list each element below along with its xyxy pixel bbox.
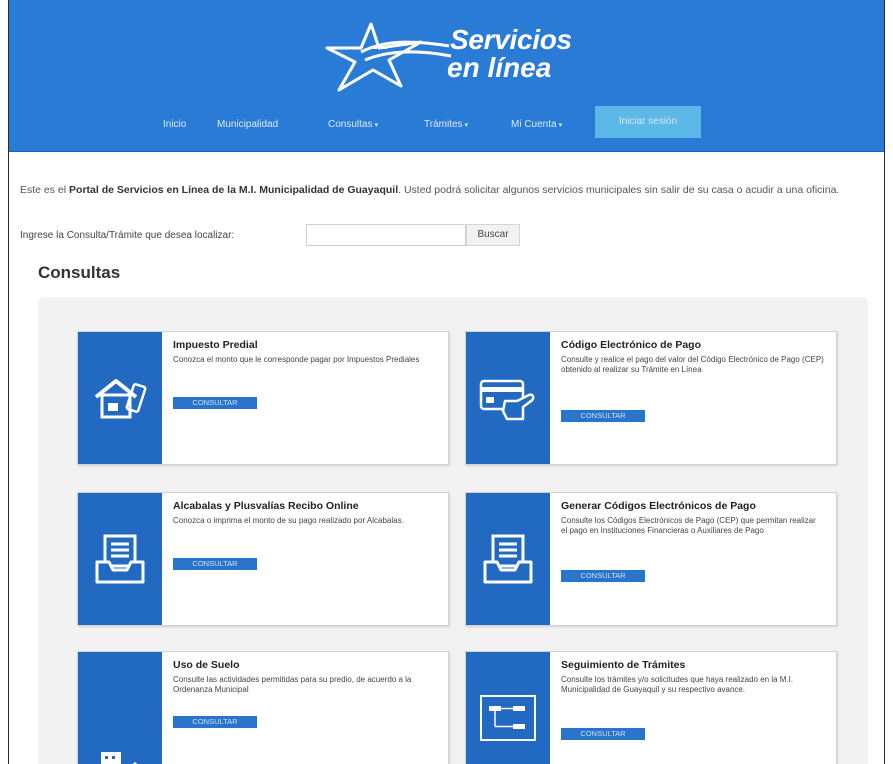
card-icon-box <box>78 652 162 764</box>
star-logo-icon <box>325 22 452 92</box>
card-seguimiento-tramites: Seguimiento de Trámites Consulte los trá… <box>465 651 837 764</box>
browser-frame: Servicios en línea Inicio Municipalidad … <box>8 0 885 764</box>
card-icon-box <box>78 493 162 625</box>
house-icon <box>94 379 147 419</box>
card-generar-codigos-pago: Generar Códigos Electrónicos de Pago Con… <box>465 492 837 626</box>
search-label: Ingrese la Consulta/Trámite que desea lo… <box>20 230 235 241</box>
card-description: Consulte los Códigos Electrónicos de Pag… <box>561 516 816 535</box>
nav-item-label: Municipalidad <box>217 119 279 130</box>
caret-down-icon: ▾ <box>464 122 469 129</box>
intro-portal-name: Portal de Servicios en Línea de la M.I. … <box>69 184 399 196</box>
card-icon-box <box>78 332 162 464</box>
card-description: Consulte las actividades permitidas para… <box>173 675 412 694</box>
nav-item-label: Consultas <box>328 119 373 130</box>
flowchart-icon <box>480 695 536 741</box>
card-icon-box <box>466 493 550 625</box>
intro-suffix: . Usted podrá solicitar algunos servicio… <box>398 184 840 196</box>
caret-down-icon: ▾ <box>374 122 378 129</box>
nav-item-municipalidad[interactable]: Municipalidad <box>217 119 278 130</box>
inbox-document-icon <box>95 534 145 584</box>
card-impuesto-predial: Impuesto Predial Conozca el monto que le… <box>77 331 449 465</box>
card-title: Impuesto Predial <box>173 339 258 351</box>
card-title: Código Electrónico de Pago <box>561 339 702 351</box>
card-description: Consulte y realice el pago del valor del… <box>561 355 824 374</box>
credit-card-icon <box>479 379 535 421</box>
card-title: Generar Códigos Electrónicos de Pago <box>561 500 756 512</box>
card-title: Seguimiento de Trámites <box>561 659 686 671</box>
consultar-button[interactable]: CONSULTAR <box>173 716 257 728</box>
site-logo[interactable]: Servicios en línea <box>309 18 599 98</box>
intro-prefix: Este es el <box>20 184 70 196</box>
consultar-button[interactable]: CONSULTAR <box>561 728 645 740</box>
nav-item-mi-cuenta[interactable]: Mi Cuenta ▾ <box>511 119 562 130</box>
card-description: Consulte los trámites y/o solicitudes qu… <box>561 675 794 694</box>
consultar-button[interactable]: CONSULTAR <box>561 410 645 422</box>
nav-item-tramites[interactable]: Trámites ▾ <box>424 119 468 130</box>
card-icon-box <box>466 652 550 764</box>
caret-down-icon: ▾ <box>558 122 563 129</box>
main-nav: Inicio Municipalidad Consultas ▾ Trámites… <box>9 103 884 143</box>
card-title: Uso de Suelo <box>173 659 240 671</box>
consultar-button[interactable]: CONSULTAR <box>173 397 257 409</box>
section-title: Consultas <box>38 263 121 282</box>
card-icon-box <box>466 332 550 464</box>
consultar-button[interactable]: CONSULTAR <box>561 570 645 582</box>
card-uso-de-suelo: Uso de Suelo Consulte las actividades pe… <box>77 651 449 764</box>
logo-text-line2: en línea <box>447 52 552 83</box>
nav-item-consultas[interactable]: Consultas ▾ <box>328 119 378 130</box>
card-alcabalas-plusvalias: Alcabalas y Plusvalías Recibo Online Con… <box>77 492 449 626</box>
nav-item-label: Inicio <box>163 119 187 130</box>
inbox-document-icon <box>483 534 533 584</box>
nav-item-label: Mi Cuenta <box>511 119 557 130</box>
card-description: Conozca o imprima el monto de su pago re… <box>173 516 404 525</box>
card-codigo-electronico-pago: Código Electrónico de Pago Consulte y re… <box>465 331 837 465</box>
login-button[interactable]: Iniciar sesión <box>595 106 701 138</box>
buildings-icon <box>101 752 138 764</box>
intro-text: Este es el Portal de Servicios en Línea … <box>20 184 870 197</box>
search-button[interactable]: Buscar <box>466 224 520 246</box>
nav-item-label: Trámites <box>424 119 463 130</box>
card-description: Conozca el monto que le corresponde paga… <box>173 355 420 364</box>
site-header: Servicios en línea Inicio Municipalidad … <box>9 0 884 152</box>
consultar-button[interactable]: CONSULTAR <box>173 558 257 570</box>
nav-item-inicio[interactable]: Inicio <box>163 119 186 130</box>
search-input[interactable] <box>306 224 466 246</box>
card-title: Alcabalas y Plusvalías Recibo Online <box>173 500 359 512</box>
